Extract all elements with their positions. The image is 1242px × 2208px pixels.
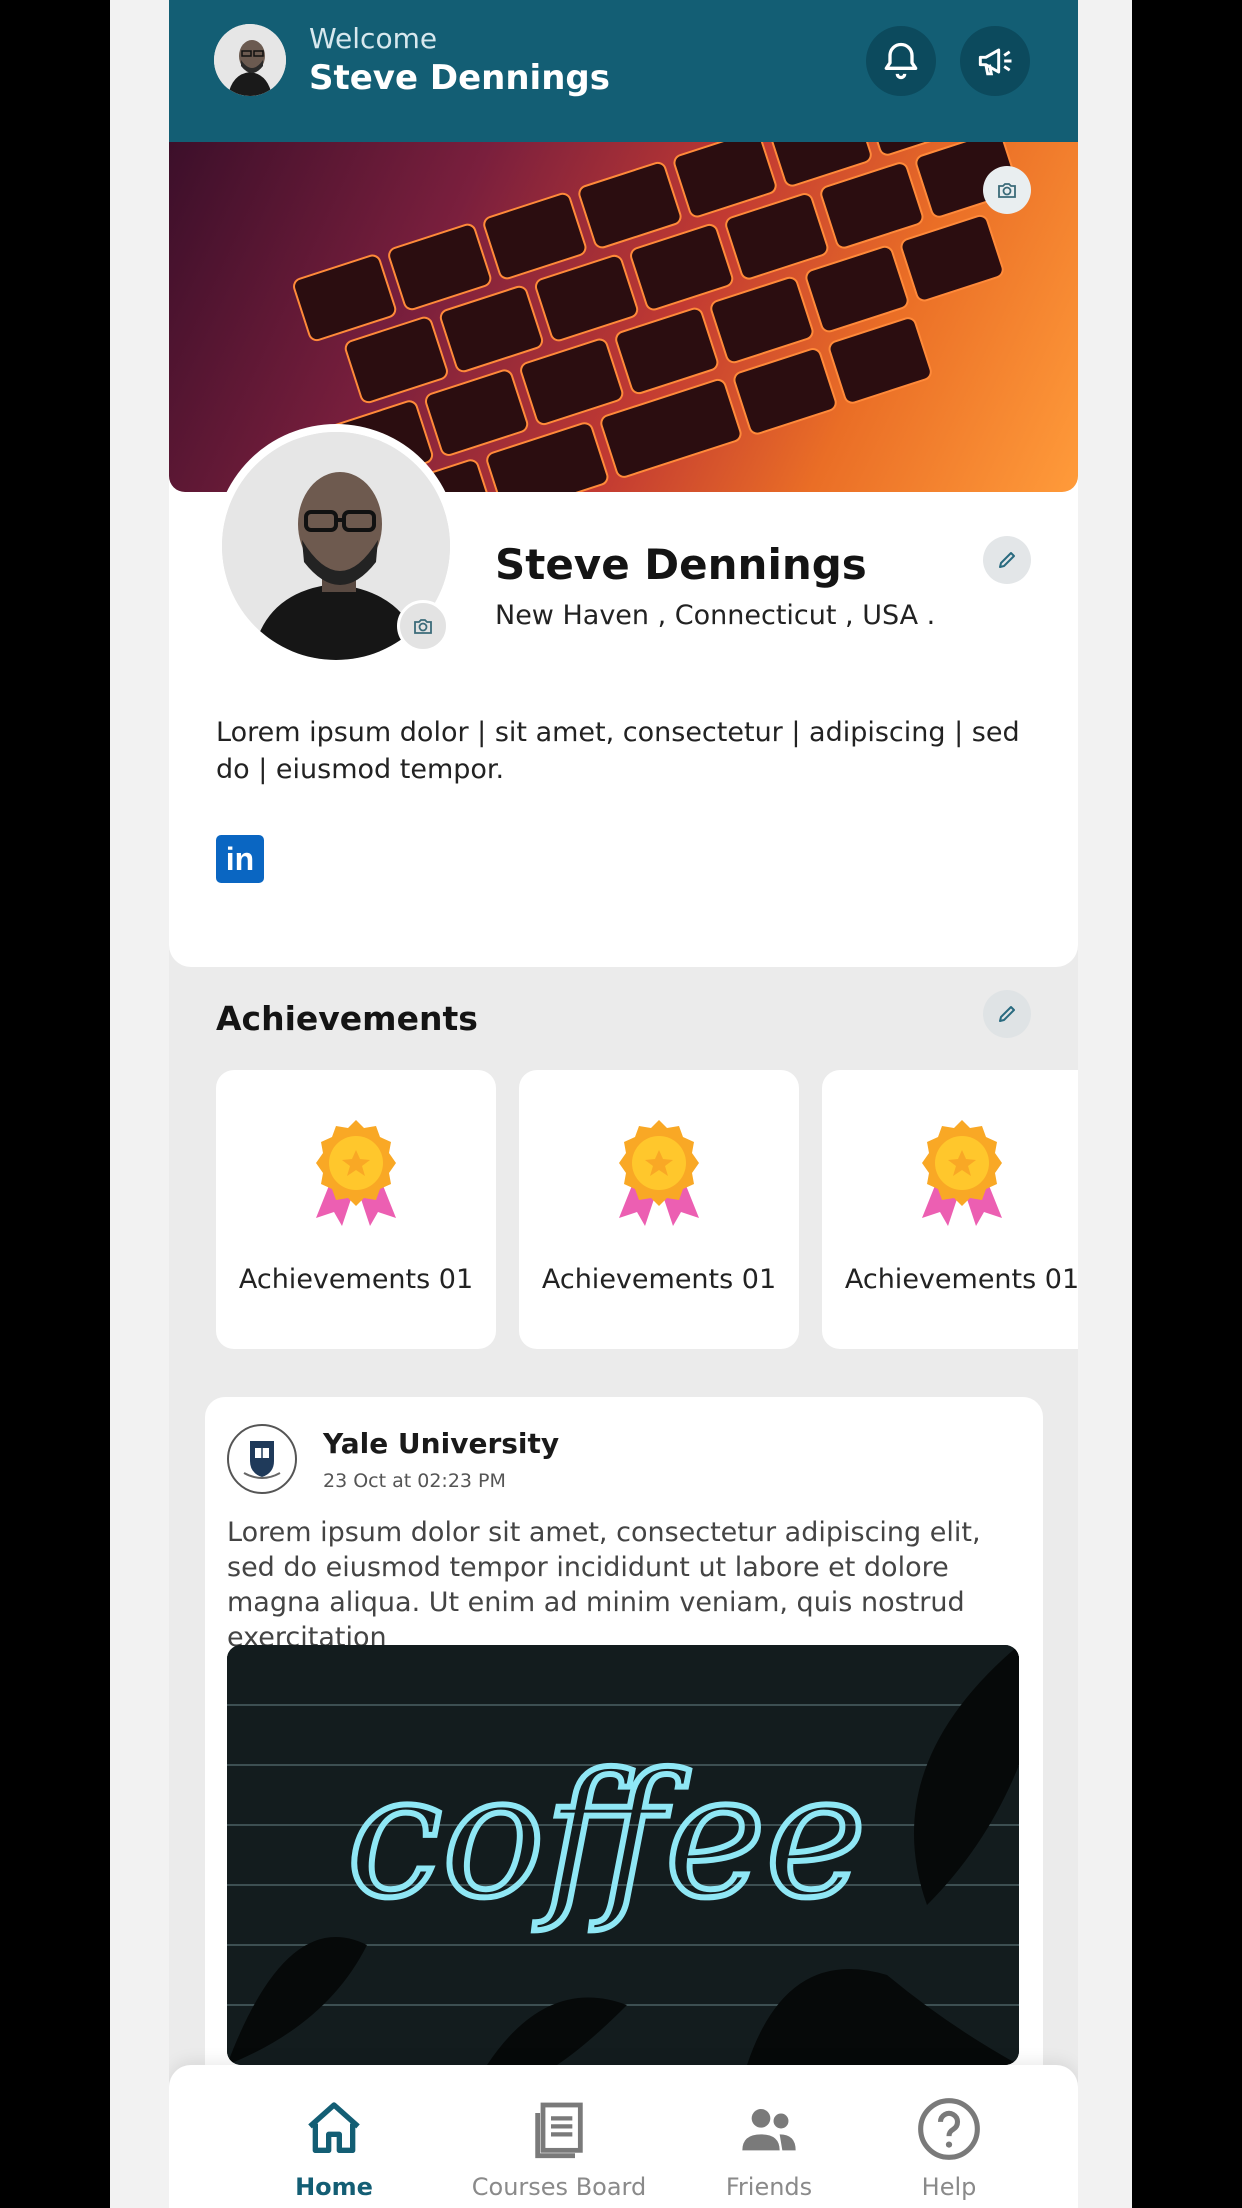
camera-icon xyxy=(998,183,1016,198)
bell-icon xyxy=(884,42,918,80)
top-header: Welcome Steve Dennings xyxy=(169,0,1078,142)
header-user-name: Steve Dennings xyxy=(309,58,610,98)
achievement-card[interactable]: Achievements 01 xyxy=(519,1070,799,1349)
edit-achievements-button[interactable] xyxy=(983,990,1031,1038)
nav-courses-board[interactable]: Courses Board xyxy=(434,2065,684,2208)
welcome-label: Welcome xyxy=(309,22,438,55)
medal-icon xyxy=(619,1120,699,1226)
nav-friends[interactable]: Friends xyxy=(689,2065,849,2208)
announcements-button[interactable] xyxy=(960,26,1030,96)
achievement-label: Achievements 01 xyxy=(541,1264,777,1295)
home-icon xyxy=(308,2102,360,2153)
bottom-nav: Home Courses Board Friends Help xyxy=(169,2065,1078,2208)
edit-profile-button[interactable] xyxy=(983,536,1031,584)
device-frame: Welcome Steve Dennings Steve Dennings Ne… xyxy=(110,0,1132,2208)
post-text: Lorem ipsum dolor sit amet, consectetur … xyxy=(227,1517,981,1653)
help-icon xyxy=(918,2098,980,2160)
achievement-label: Achievements 01 xyxy=(238,1264,474,1295)
medal-icon xyxy=(316,1120,396,1226)
profile-card: Steve Dennings New Haven , Connecticut ,… xyxy=(169,142,1078,967)
megaphone-icon xyxy=(978,48,1012,76)
notifications-button[interactable] xyxy=(866,26,936,96)
university-shield-icon xyxy=(243,1441,281,1479)
nav-label: Home xyxy=(295,2173,373,2201)
coffee-neon-image: coffee xyxy=(227,1645,1019,2065)
post-image[interactable]: coffee xyxy=(227,1645,1019,2065)
avatar-camera-button[interactable] xyxy=(397,600,449,652)
post-timestamp: 23 Oct at 02:23 PM xyxy=(323,1470,506,1492)
post-author[interactable]: Yale University xyxy=(323,1427,559,1460)
app-screen: Welcome Steve Dennings Steve Dennings Ne… xyxy=(169,0,1078,2208)
header-avatar[interactable] xyxy=(214,24,286,96)
profile-location: New Haven , Connecticut , USA . xyxy=(495,600,936,631)
achievements-title: Achievements xyxy=(216,999,478,1038)
nav-label: Help xyxy=(921,2173,977,2201)
medal-icon xyxy=(922,1120,1002,1226)
camera-icon xyxy=(414,619,432,634)
courses-icon xyxy=(535,2102,583,2159)
linkedin-icon[interactable]: in xyxy=(216,835,264,883)
nav-label: Courses Board xyxy=(471,2173,647,2201)
feed-post: Yale University 23 Oct at 02:23 PM Lorem… xyxy=(205,1397,1043,2097)
profile-name: Steve Dennings xyxy=(495,540,867,589)
pencil-icon xyxy=(999,552,1015,568)
friends-icon xyxy=(742,2109,796,2151)
cover-camera-button[interactable] xyxy=(983,166,1031,214)
yale-logo[interactable] xyxy=(227,1424,297,1494)
nav-label: Friends xyxy=(725,2173,813,2201)
achievement-card[interactable]: Achievements 01 xyxy=(216,1070,496,1349)
nav-home[interactable]: Home xyxy=(259,2065,409,2208)
profile-bio: Lorem ipsum dolor | sit amet, consectetu… xyxy=(216,717,1020,785)
nav-help[interactable]: Help xyxy=(889,2065,1009,2208)
header-avatar-image xyxy=(214,24,286,96)
neon-sign-text: coffee xyxy=(347,1738,866,1936)
pencil-icon xyxy=(999,1006,1015,1022)
achievement-card[interactable]: Achievements 01 xyxy=(822,1070,1078,1349)
achievement-label: Achievements 01 xyxy=(844,1264,1078,1295)
